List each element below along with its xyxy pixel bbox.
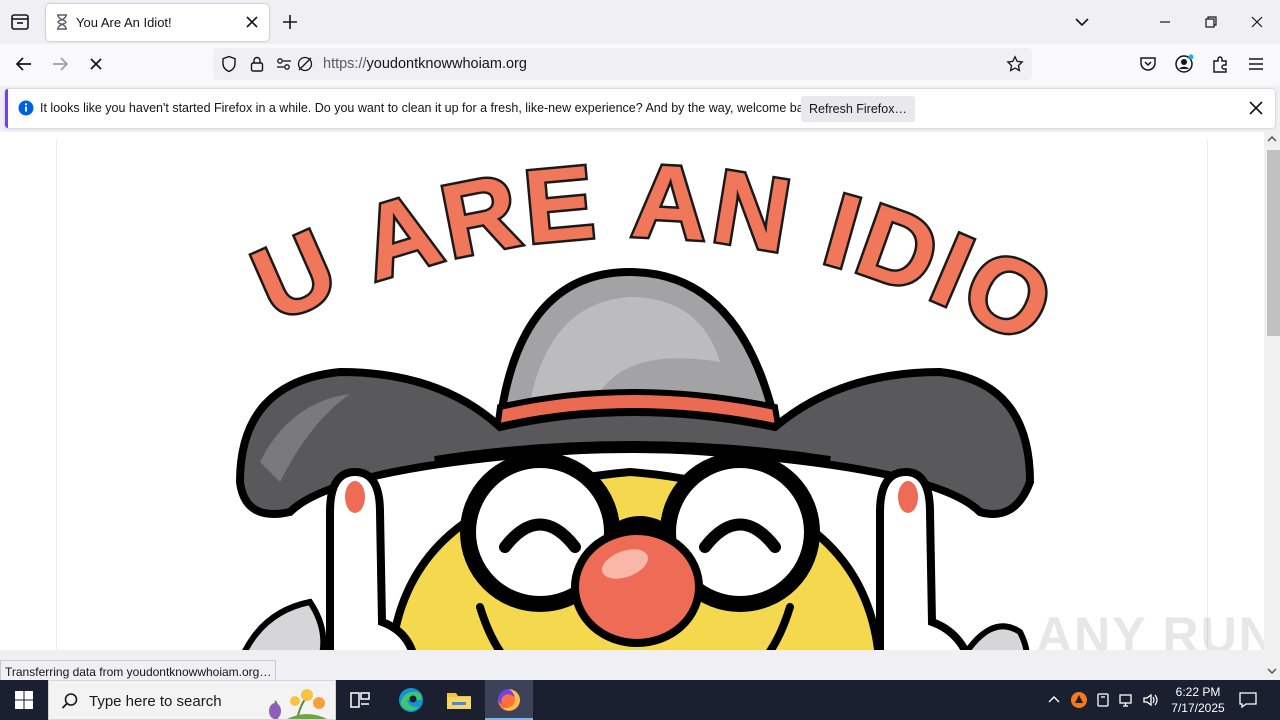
tab-title: You Are An Idiot! xyxy=(76,15,172,30)
windows-start-icon[interactable] xyxy=(14,690,34,710)
idiot-illustration: YOU ARE AN IDIOT! xyxy=(200,162,1060,650)
restore-icon[interactable] xyxy=(1201,12,1221,32)
clock-time: 6:22 PM xyxy=(1175,685,1221,699)
network-icon[interactable] xyxy=(1118,691,1136,709)
search-placeholder: Type here to search xyxy=(89,693,222,710)
scrollbar-thumb[interactable] xyxy=(1267,150,1280,336)
close-tab-icon[interactable] xyxy=(242,12,262,32)
scroll-up-icon[interactable] xyxy=(1267,134,1277,144)
refresh-firefox-button[interactable]: Refresh Firefox… xyxy=(801,96,915,122)
back-icon[interactable] xyxy=(14,54,34,74)
scroll-down-icon[interactable] xyxy=(1267,666,1277,676)
vertical-scrollbar[interactable] xyxy=(1264,132,1280,680)
avast-icon[interactable] xyxy=(1070,691,1088,709)
hourglass-icon xyxy=(55,14,69,30)
tracking-blocked-icon[interactable] xyxy=(296,55,314,73)
taskbar-clock[interactable]: 6:22 PM 7/17/2025 xyxy=(1160,684,1236,716)
minimize-icon[interactable] xyxy=(1155,12,1175,32)
url-bar[interactable]: https://youdontknowwhoiam.org xyxy=(213,48,1032,80)
close-notification-icon[interactable] xyxy=(1247,99,1265,117)
edge-icon[interactable] xyxy=(387,680,435,720)
notifications-icon[interactable] xyxy=(1238,690,1258,710)
url-host: youdontknowwhoiam.org xyxy=(366,56,527,72)
extensions-icon[interactable] xyxy=(1210,54,1230,74)
tab-active[interactable]: You Are An Idiot! xyxy=(46,4,269,41)
nav-bar: https://youdontknowwhoiam.org xyxy=(0,44,1280,86)
bookmark-star-icon[interactable] xyxy=(1006,55,1024,73)
notification-bar: It looks like you haven't started Firefo… xyxy=(5,89,1275,128)
notification-message: It looks like you haven't started Firefo… xyxy=(40,101,820,115)
firefox-taskbar-icon[interactable] xyxy=(485,680,533,720)
chevron-down-icon[interactable] xyxy=(1072,12,1092,32)
file-explorer-icon[interactable] xyxy=(435,680,483,720)
task-view-icon[interactable] xyxy=(336,680,384,720)
search-icon xyxy=(61,692,79,710)
list-all-tabs-icon[interactable] xyxy=(10,12,30,32)
taskbar-search-box[interactable]: Type here to search xyxy=(48,680,336,720)
pocket-icon[interactable] xyxy=(1138,54,1158,74)
stop-loading-icon[interactable] xyxy=(86,54,106,74)
info-icon xyxy=(18,100,34,116)
shield-icon[interactable] xyxy=(220,55,238,73)
anyrun-watermark: ANY RUN xyxy=(1036,607,1264,650)
permissions-icon[interactable] xyxy=(275,55,293,73)
forward-icon[interactable] xyxy=(50,54,70,74)
search-highlight-flowers-icon xyxy=(267,683,333,719)
clock-date: 7/17/2025 xyxy=(1171,701,1225,715)
account-icon[interactable] xyxy=(1174,54,1196,74)
status-bar: Transferring data from youdontknowwhoiam… xyxy=(0,660,277,682)
url-scheme: https:// xyxy=(323,56,367,72)
device-icon[interactable] xyxy=(1094,691,1112,709)
url-text[interactable]: https://youdontknowwhoiam.org xyxy=(323,56,527,72)
chevron-up-icon[interactable] xyxy=(1046,692,1062,708)
lock-icon[interactable] xyxy=(248,55,266,73)
new-tab-icon[interactable] xyxy=(280,12,300,32)
menu-icon[interactable] xyxy=(1246,54,1266,74)
volume-icon[interactable] xyxy=(1142,691,1160,709)
tab-strip: You Are An Idiot! xyxy=(0,0,1280,44)
close-window-icon[interactable] xyxy=(1247,12,1267,32)
page-content: YOU ARE AN IDIOT! ANY RUN xyxy=(0,132,1264,650)
taskbar: Type here to search 6:22 PM 7/17/2025 xyxy=(0,680,1280,720)
